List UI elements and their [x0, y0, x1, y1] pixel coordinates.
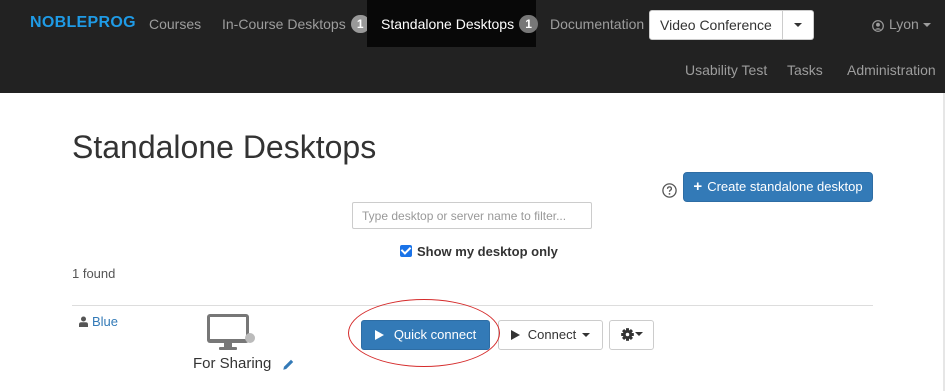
user-icon [79, 316, 88, 327]
user-icon [872, 20, 884, 32]
desktop-owner[interactable]: Blue [79, 314, 118, 329]
video-conference-button[interactable]: Video Conference [649, 10, 783, 40]
caret-down-icon [634, 332, 643, 336]
show-mine-label: Show my desktop only [417, 244, 558, 259]
monitor-icon [207, 314, 255, 350]
user-name: Lyon [889, 16, 919, 32]
quick-connect-label: Quick connect [393, 327, 477, 342]
quick-connect-button[interactable]: Quick connect [361, 320, 490, 350]
connect-dropdown-button[interactable]: Connect [498, 320, 603, 350]
connect-label: Connect [527, 327, 577, 342]
caret-down-icon [793, 23, 802, 27]
top-navbar: NOBLEPROG Courses In-Course Desktops 1 St… [0, 0, 945, 93]
page-title: Standalone Desktops [72, 129, 377, 165]
nav-standalone-label: Standalone Desktops [381, 16, 515, 32]
show-my-desktop-only-checkbox[interactable]: Show my desktop only [400, 244, 558, 259]
desktop-filter-input[interactable] [352, 202, 592, 229]
desktop-owner-name[interactable]: Blue [92, 314, 118, 329]
nav-in-course-desktops[interactable]: In-Course Desktops 1 [222, 0, 370, 47]
nav-in-course-label: In-Course Desktops [222, 16, 346, 32]
results-count: 1 found [72, 266, 116, 281]
nav-courses[interactable]: Courses [149, 0, 201, 47]
row-divider [72, 305, 873, 306]
nav-usability-test[interactable]: Usability Test [685, 46, 767, 93]
caret-down-icon [922, 23, 931, 27]
nav-documentation[interactable]: Documentation [550, 0, 644, 47]
plus-icon: + [693, 178, 703, 195]
create-standalone-desktop-button[interactable]: + Create standalone desktop [683, 172, 873, 202]
desktop-name: For Sharing [193, 355, 272, 372]
nav-standalone-badge: 1 [519, 15, 539, 33]
video-conference-dropdown-button[interactable] [782, 10, 814, 40]
nav-tasks[interactable]: Tasks [787, 46, 823, 93]
help-icon[interactable] [662, 183, 677, 198]
desktop-settings-button[interactable] [609, 320, 654, 350]
gear-icon [620, 328, 634, 341]
video-conference-group: Video Conference [649, 10, 814, 40]
pencil-icon[interactable] [282, 358, 295, 371]
user-menu[interactable]: Lyon [872, 0, 931, 47]
nav-standalone-desktops[interactable]: Standalone Desktops 1 [367, 0, 539, 47]
nav-administration[interactable]: Administration [847, 46, 936, 93]
brand-logo[interactable]: NOBLEPROG [30, 14, 136, 32]
play-icon [374, 330, 384, 340]
play-icon [510, 330, 520, 340]
checkbox-checked-icon[interactable] [400, 245, 412, 257]
create-button-label: Create standalone desktop [707, 179, 863, 194]
caret-down-icon [582, 333, 591, 337]
